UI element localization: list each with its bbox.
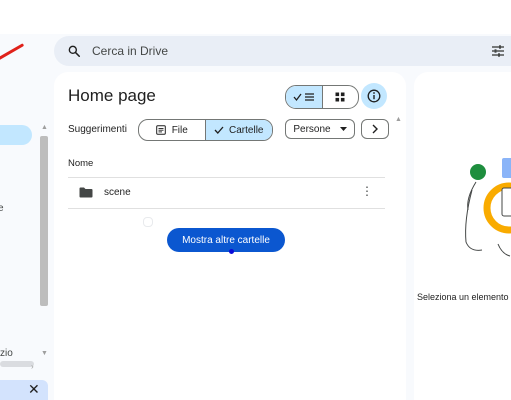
top-bar bbox=[0, 0, 511, 34]
chevron-right-icon bbox=[372, 124, 378, 134]
sidebar-scrollbar[interactable] bbox=[40, 136, 48, 306]
more-filters-button[interactable] bbox=[361, 119, 389, 139]
list-view-icon bbox=[293, 93, 314, 102]
annotation-mark bbox=[0, 43, 25, 63]
more-actions-icon[interactable]: ⋮ bbox=[361, 184, 373, 198]
filter-cartelle-label: Cartelle bbox=[229, 124, 264, 136]
notification-bar bbox=[0, 380, 48, 400]
details-empty-prompt: Seleziona un elemento bbox=[417, 292, 509, 302]
filter-file-label: File bbox=[171, 124, 188, 136]
drag-indicator bbox=[143, 217, 153, 227]
file-icon bbox=[155, 125, 166, 135]
folder-icon bbox=[79, 187, 93, 198]
folder-name[interactable]: scene bbox=[104, 187, 131, 198]
suggestions-label: Suggerimenti bbox=[68, 124, 127, 135]
storage-label-fragment: zio bbox=[0, 348, 13, 359]
suggestion-filter[interactable]: File Cartelle bbox=[138, 119, 273, 141]
people-filter-chip[interactable]: Persone bbox=[285, 119, 355, 139]
list-view-button[interactable] bbox=[286, 86, 322, 108]
search-bar[interactable]: Cerca in Drive bbox=[54, 36, 511, 66]
search-options-icon[interactable] bbox=[491, 44, 505, 58]
filter-file[interactable]: File bbox=[139, 120, 205, 140]
people-filter-label: Persone bbox=[293, 123, 331, 135]
sidebar-text-fragment: e bbox=[0, 203, 4, 214]
storage-bar bbox=[0, 361, 34, 367]
show-more-folders-button[interactable]: Mostra altre cartelle bbox=[167, 228, 285, 252]
filter-cartelle[interactable]: Cartelle bbox=[204, 120, 272, 140]
sidebar-item-home[interactable] bbox=[0, 125, 32, 145]
scroll-up-arrow[interactable]: ▲ bbox=[41, 124, 48, 131]
scroll-up-arrow[interactable]: ▲ bbox=[395, 116, 402, 123]
chevron-right-icon: › bbox=[31, 362, 34, 371]
column-header-name[interactable]: Nome bbox=[68, 158, 93, 169]
close-icon[interactable]: ✕ bbox=[28, 381, 40, 398]
divider bbox=[68, 208, 385, 209]
page-title: Home page bbox=[68, 86, 156, 105]
grid-view-button[interactable] bbox=[321, 86, 359, 108]
grid-view-icon bbox=[335, 92, 345, 102]
checkmark-icon bbox=[214, 126, 224, 134]
search-input[interactable]: Cerca in Drive bbox=[92, 44, 168, 58]
mouse-cursor bbox=[229, 249, 234, 254]
scroll-down-arrow[interactable]: ▼ bbox=[41, 350, 48, 357]
empty-state-illustration bbox=[465, 158, 511, 257]
info-icon bbox=[367, 89, 381, 103]
view-toggle[interactable] bbox=[285, 85, 359, 109]
dropdown-arrow-icon bbox=[339, 127, 347, 131]
folder-row[interactable]: scene ⋮ bbox=[68, 178, 385, 208]
info-button[interactable] bbox=[361, 83, 387, 109]
search-icon[interactable] bbox=[66, 43, 82, 59]
